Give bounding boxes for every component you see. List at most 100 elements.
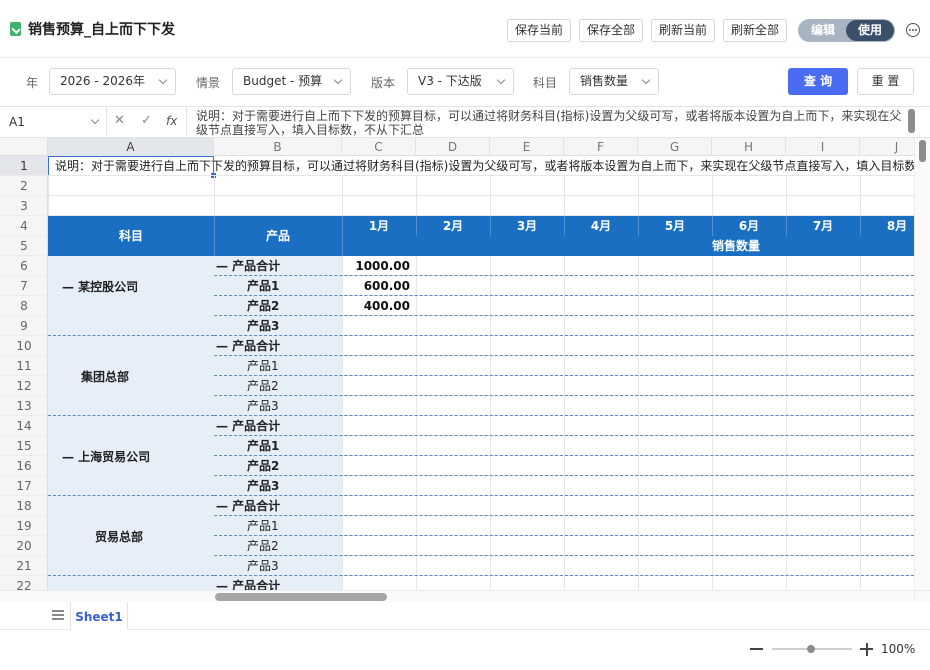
product-cell[interactable]: 产品1: [214, 516, 342, 536]
column-header-g[interactable]: G: [638, 138, 712, 156]
product-cell[interactable]: — 产品合计: [214, 336, 342, 356]
column-header-f[interactable]: F: [564, 138, 638, 156]
column-header-i[interactable]: I: [786, 138, 860, 156]
product-cell[interactable]: 产品1: [214, 436, 342, 456]
save-all-button[interactable]: 保存全部: [579, 19, 644, 42]
row-header-3[interactable]: 3: [0, 196, 48, 216]
query-button[interactable]: 查 询: [788, 68, 848, 95]
year-value: 2026 - 2026年: [60, 74, 146, 88]
column-header-d[interactable]: D: [416, 138, 490, 156]
year-select[interactable]: 2026 - 2026年: [49, 68, 176, 95]
header-month: 8月: [860, 216, 918, 236]
row-header-13[interactable]: 13: [0, 396, 48, 416]
scenario-select[interactable]: Budget - 预算: [232, 68, 351, 95]
row-header-14[interactable]: 14: [0, 416, 48, 436]
horizontal-scroll-thumb[interactable]: [215, 593, 387, 601]
product-label: 产品2: [247, 299, 280, 313]
chevron-down-icon: [158, 75, 168, 85]
subject-cell[interactable]: [48, 336, 214, 416]
subject-label: 贸易总部: [95, 530, 144, 544]
formula-input[interactable]: 说明：对于需要进行自上而下下发的预算目标，可以通过将财务科目(指标)设置为父级可…: [196, 109, 902, 137]
version-select[interactable]: V3 - 下达版: [407, 68, 514, 95]
row-header-21[interactable]: 21: [0, 556, 48, 576]
row-header-9[interactable]: 9: [0, 316, 48, 336]
row-header-16[interactable]: 16: [0, 456, 48, 476]
column-header-e[interactable]: E: [490, 138, 564, 156]
value-cell[interactable]: 1000.00: [342, 256, 416, 276]
row-header-20[interactable]: 20: [0, 536, 48, 556]
cell-reference[interactable]: A1: [9, 115, 25, 129]
cell-area[interactable]: 说明：对于需要进行自上而下下发的预算目标，可以通过将财务科目(指标)设置为父级可…: [48, 156, 918, 598]
value-cell[interactable]: 600.00: [342, 276, 416, 296]
zoom-slider-thumb[interactable]: [807, 645, 815, 653]
select-all-corner[interactable]: [0, 138, 48, 156]
reset-button[interactable]: 重 置: [857, 68, 914, 95]
cancel-icon[interactable]: ✕: [114, 113, 125, 128]
product-cell[interactable]: 产品3: [214, 556, 342, 576]
row-header-7[interactable]: 7: [0, 276, 48, 296]
product-cell[interactable]: 产品2: [214, 456, 342, 476]
confirm-icon[interactable]: ✓: [141, 113, 152, 128]
subject-select[interactable]: 销售数量: [569, 68, 659, 95]
row-header-11[interactable]: 11: [0, 356, 48, 376]
subject-label: 集团总部: [81, 370, 130, 384]
save-current-button[interactable]: 保存当前: [507, 19, 572, 42]
selected-cell-outline: [48, 156, 214, 176]
column-header-h[interactable]: H: [712, 138, 786, 156]
value-cell[interactable]: 400.00: [342, 296, 416, 316]
mode-edit-option[interactable]: 编辑: [798, 19, 848, 42]
row-header-18[interactable]: 18: [0, 496, 48, 516]
row-header-1[interactable]: 1: [0, 156, 48, 176]
product-cell[interactable]: 产品2: [214, 296, 342, 316]
subject-cell[interactable]: [48, 256, 214, 336]
product-label: — 产品合计: [216, 419, 281, 433]
chevron-down-icon[interactable]: [90, 115, 100, 125]
vertical-scroll-thumb[interactable]: [919, 140, 926, 162]
product-label: 产品2: [247, 379, 279, 393]
refresh-all-button[interactable]: 刷新全部: [723, 19, 788, 42]
chevron-down-icon: [641, 75, 651, 85]
mode-toggle[interactable]: 编辑 使用: [798, 19, 895, 42]
row-header-6[interactable]: 6: [0, 256, 48, 276]
subject-label: 科目: [533, 76, 558, 90]
horizontal-scrollbar[interactable]: [0, 590, 914, 602]
row-header-8[interactable]: 8: [0, 296, 48, 316]
header-divider: [342, 216, 343, 256]
refresh-current-button[interactable]: 刷新当前: [651, 19, 716, 42]
product-cell[interactable]: 产品3: [214, 316, 342, 336]
subject-label: — 某控股公司: [62, 280, 139, 294]
product-label: — 产品合计: [216, 499, 281, 513]
zoom-in-icon[interactable]: [860, 642, 873, 656]
product-cell[interactable]: — 产品合计: [214, 416, 342, 436]
function-icon[interactable]: fx: [166, 114, 177, 128]
product-cell[interactable]: — 产品合计: [214, 256, 342, 276]
row-header-17[interactable]: 17: [0, 476, 48, 496]
row-header-19[interactable]: 19: [0, 516, 48, 536]
zoom-out-icon[interactable]: [750, 648, 763, 650]
column-header-row: ABCDEFGHIJ: [0, 138, 930, 156]
product-cell[interactable]: 产品1: [214, 356, 342, 376]
row-header-5[interactable]: 5: [0, 236, 48, 256]
row-header-15[interactable]: 15: [0, 436, 48, 456]
more-options-icon[interactable]: [906, 23, 920, 37]
mode-use-option[interactable]: 使用: [846, 20, 894, 41]
product-cell[interactable]: — 产品合计: [214, 496, 342, 516]
chevron-down-icon: [333, 75, 343, 85]
sheet-list-icon[interactable]: [52, 610, 64, 620]
tab-sheet1[interactable]: Sheet1: [70, 602, 128, 630]
product-cell[interactable]: 产品3: [214, 396, 342, 416]
row-header-2[interactable]: 2: [0, 176, 48, 196]
row-header-12[interactable]: 12: [0, 376, 48, 396]
column-header-c[interactable]: C: [342, 138, 416, 156]
subject-value: 销售数量: [580, 74, 629, 88]
column-header-a[interactable]: A: [48, 138, 214, 156]
vertical-scrollbar[interactable]: [914, 138, 930, 590]
product-cell[interactable]: 产品2: [214, 376, 342, 396]
product-cell[interactable]: 产品1: [214, 276, 342, 296]
product-cell[interactable]: 产品3: [214, 476, 342, 496]
column-header-b[interactable]: B: [214, 138, 342, 156]
row-header-4[interactable]: 4: [0, 216, 48, 236]
row-header-10[interactable]: 10: [0, 336, 48, 356]
product-cell[interactable]: 产品2: [214, 536, 342, 556]
formula-scrollbar[interactable]: [908, 109, 915, 133]
